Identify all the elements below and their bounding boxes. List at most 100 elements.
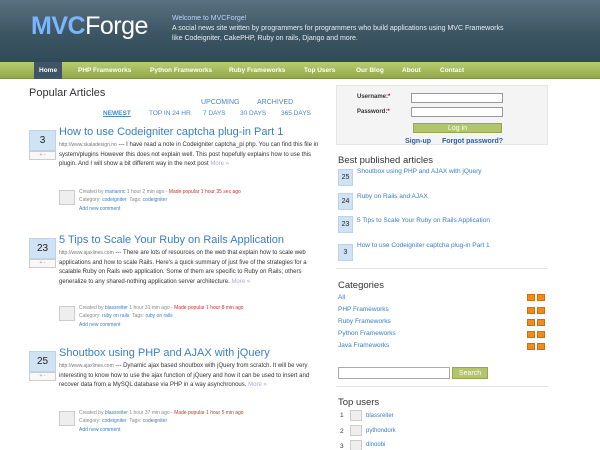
article-title[interactable]: How to use Codeigniter captcha plug-in P… — [59, 126, 283, 138]
tab-top-24hr[interactable]: TOP IN 24 HR — [149, 110, 191, 117]
article-item: 23 + - 5 Tips to Scale Your Ruby on Rail… — [29, 234, 321, 333]
vote-buttons[interactable]: + - — [29, 372, 56, 381]
category-link[interactable]: codeigniter — [102, 418, 126, 424]
best-article-link[interactable]: Ruby on Rails and AJAX — [357, 193, 428, 200]
tab-archived[interactable]: ARCHIVED — [257, 99, 293, 106]
rss-icon[interactable] — [527, 331, 535, 338]
nav-contact[interactable]: Contact — [440, 62, 464, 79]
category-ruby-frameworks[interactable]: Ruby Frameworks — [338, 318, 391, 325]
category-python-frameworks[interactable]: Python Frameworks — [338, 330, 396, 337]
user-rank: 1 — [340, 412, 344, 419]
avatar — [350, 440, 362, 450]
rss-icon[interactable] — [537, 307, 545, 314]
add-comment-link[interactable]: Add new comment — [79, 427, 120, 433]
category-link[interactable]: codeigniter — [102, 197, 126, 203]
more-link[interactable]: More » — [248, 382, 267, 388]
rss-icon[interactable] — [527, 307, 535, 314]
site-tagline: Welcome to MVCForge! A social news site … — [172, 14, 512, 44]
best-vote-count: 23 — [338, 216, 353, 233]
vote-count: 3 — [29, 130, 56, 151]
username-label: Username:* — [357, 94, 391, 100]
avatar — [59, 306, 75, 321]
top-user-link[interactable]: dinoobi — [366, 442, 385, 448]
author-link[interactable]: blassreiter — [105, 305, 128, 311]
article-meta: Created by mariannc 1 hour 2 min ago - M… — [79, 189, 241, 195]
vote-buttons[interactable]: + - — [29, 259, 56, 268]
forgot-password-link[interactable]: Forgot password? — [442, 138, 503, 145]
article-body: http://www.ajaxlines.com --- Dynamic aja… — [59, 362, 321, 391]
top-user-link[interactable]: pythondork — [366, 428, 396, 434]
rss-icon[interactable] — [527, 319, 535, 326]
category-link[interactable]: ruby on rails — [102, 313, 129, 319]
tab-upcoming[interactable]: UPCOMING — [201, 99, 240, 106]
tab-30-days[interactable]: 30 DAYS — [240, 110, 266, 117]
vote-box: 23 + - — [29, 238, 56, 268]
site-logo[interactable]: MVCForge — [31, 12, 148, 41]
article-source[interactable]: http://www.ajaxlines.com — [59, 250, 114, 256]
user-rank: 2 — [340, 428, 344, 435]
tag-link[interactable]: codeigniter — [143, 418, 167, 424]
best-article-link[interactable]: Shoutbox using PHP and AJAX with jQuery — [357, 168, 482, 175]
vote-count: 23 — [29, 238, 56, 259]
more-link[interactable]: More » — [210, 161, 229, 167]
article-meta: Created by blassreiter 1 hour 37 min ago… — [79, 410, 244, 416]
search-input[interactable] — [338, 367, 450, 379]
divider — [336, 386, 548, 387]
avatar — [59, 190, 75, 205]
best-article-link[interactable]: 5 Tips to Scale Your Ruby on Rails Appli… — [357, 217, 490, 224]
rss-icon[interactable] — [527, 343, 535, 350]
tag-link[interactable]: ruby on rails — [145, 313, 172, 319]
author-link[interactable]: mariannc — [105, 189, 126, 195]
rss-icon[interactable] — [527, 294, 535, 301]
best-vote-count: 25 — [338, 169, 353, 186]
category-all[interactable]: All — [338, 294, 345, 301]
avatar — [59, 411, 75, 426]
nav-about[interactable]: About — [402, 62, 421, 79]
rss-icon[interactable] — [537, 331, 545, 338]
top-user-link[interactable]: blassreiter — [366, 413, 394, 419]
nav-php-frameworks[interactable]: PHP Frameworks — [78, 62, 131, 79]
tab-newest[interactable]: NEWEST — [103, 110, 131, 117]
avatar — [350, 425, 362, 436]
article-title[interactable]: Shoutbox using PHP and AJAX with jQuery — [59, 347, 270, 359]
tab-365-days[interactable]: 365 DAYS — [281, 110, 311, 117]
logo-mvc-text: MVC — [31, 12, 86, 40]
top-users-heading: Top users — [338, 397, 380, 408]
divider — [336, 268, 548, 269]
article-source[interactable]: http://www.ajaxlines.com — [59, 363, 114, 369]
add-comment-link[interactable]: Add new comment — [79, 206, 120, 212]
category-java-frameworks[interactable]: Java Frameworks — [338, 342, 389, 349]
nav-home[interactable]: Home — [34, 62, 63, 79]
password-field[interactable] — [411, 107, 503, 117]
article-taxonomy: Category: ruby on rails Tags: ruby on ra… — [79, 313, 173, 319]
article-item: 25 + - Shoutbox using PHP and AJAX with … — [29, 347, 321, 450]
tag-link[interactable]: codeigniter — [143, 197, 167, 203]
vote-buttons[interactable]: + - — [29, 151, 56, 160]
nav-python-frameworks[interactable]: Python Frameworks — [150, 62, 212, 79]
article-taxonomy: Category: codeigniter Tags: codeigniter — [79, 197, 168, 203]
rss-icon[interactable] — [537, 294, 545, 301]
username-field[interactable] — [411, 93, 503, 103]
author-link[interactable]: blassreiter — [105, 410, 128, 416]
more-link[interactable]: More » — [231, 279, 250, 285]
category-php-frameworks[interactable]: PHP Frameworks — [338, 306, 389, 313]
search-button[interactable]: Search — [452, 367, 488, 379]
nav-top-users[interactable]: Top Users — [304, 62, 335, 79]
avatar — [350, 410, 362, 421]
login-button[interactable]: Log in — [413, 123, 502, 133]
nav-ruby-frameworks[interactable]: Ruby Frameworks — [229, 62, 285, 79]
page: MVCForge Welcome to MVCForge! A social n… — [0, 0, 600, 450]
article-source[interactable]: http://www.skaladesign.no — [59, 142, 117, 148]
best-vote-count: 3 — [338, 244, 353, 261]
rss-icon[interactable] — [537, 319, 545, 326]
signup-link[interactable]: Sign-up — [405, 138, 431, 145]
article-item: 3 + - How to use Codeigniter captcha plu… — [29, 126, 321, 220]
add-comment-link[interactable]: Add new comment — [79, 322, 120, 328]
rss-icon[interactable] — [537, 343, 545, 350]
best-published-heading: Best published articles — [338, 155, 434, 166]
best-article-link[interactable]: How to use Codeigniter captcha plug-in P… — [357, 242, 490, 249]
article-meta: Created by blassreiter 1 hour 31 min ago… — [79, 305, 244, 311]
tab-7-days[interactable]: 7 DAYS — [203, 110, 226, 117]
article-title[interactable]: 5 Tips to Scale Your Ruby on Rails Appli… — [59, 234, 284, 246]
nav-our-blog[interactable]: Our Blog — [356, 62, 384, 79]
